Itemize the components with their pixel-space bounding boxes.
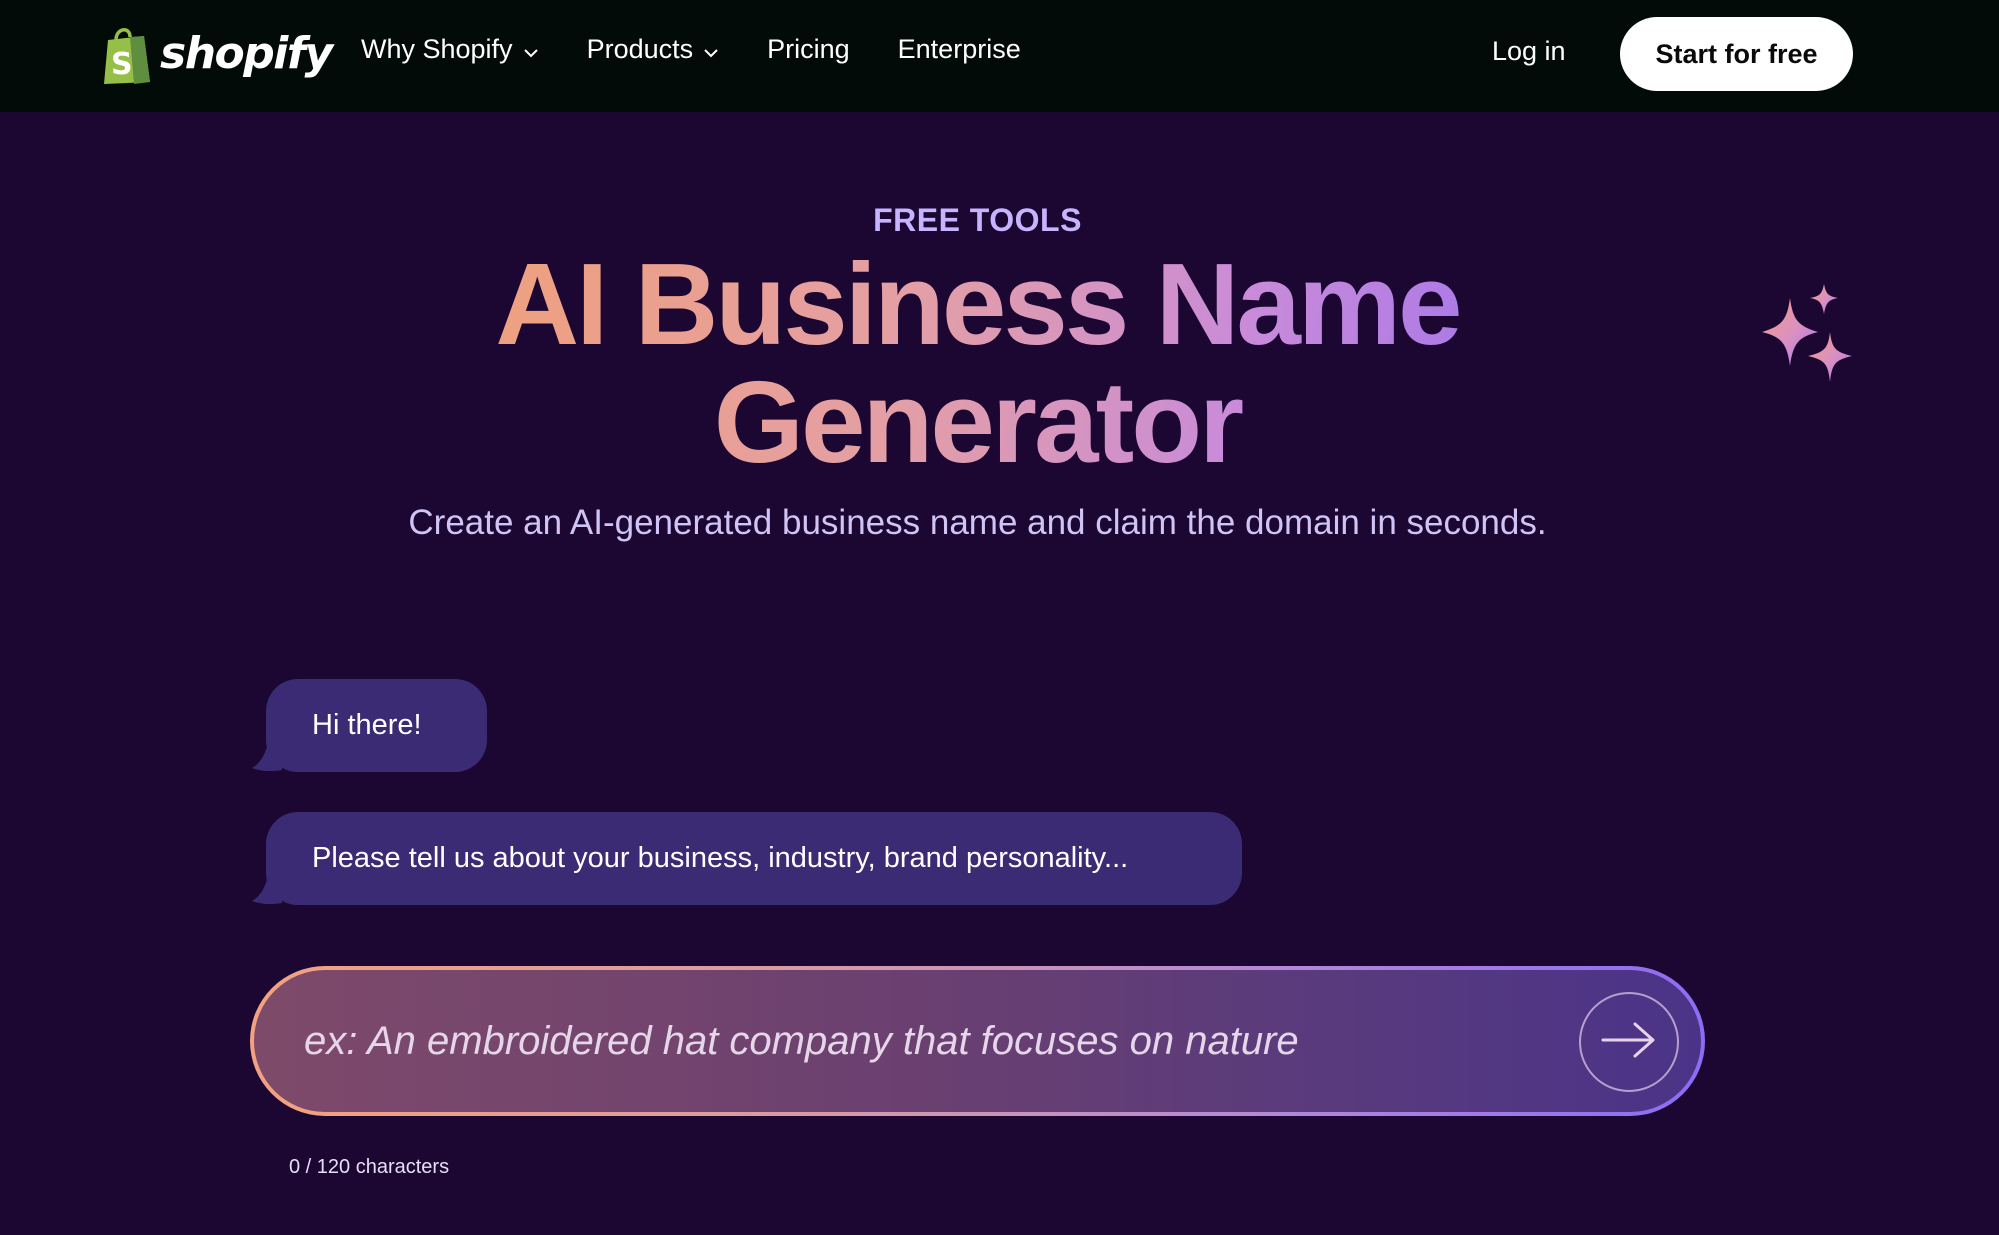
nav-why-shopify-label: Why Shopify <box>361 34 513 64</box>
top-navigation: S shopify Why Shopify Products Pricing E… <box>0 0 1999 112</box>
nav-enterprise[interactable]: Enterprise <box>898 34 1021 65</box>
shopify-wordmark: shopify <box>160 28 333 79</box>
chat-bubble-text: Please tell us about your business, indu… <box>312 842 1129 874</box>
page-subtitle: Create an AI-generated business name and… <box>408 503 1547 542</box>
page-title-line-1: AI Business Name <box>495 239 1460 369</box>
primary-nav: Why Shopify Products Pricing Enterprise <box>361 34 1021 65</box>
nav-why-shopify[interactable]: Why Shopify <box>361 34 539 65</box>
start-free-button[interactable]: Start for free <box>1620 17 1853 91</box>
chat-bubble-instructions: Please tell us about your business, indu… <box>266 812 1242 905</box>
page-title: AI Business Name Generator <box>330 245 1625 481</box>
page-title-line-2: Generator <box>713 357 1242 487</box>
sparkles-icon <box>1760 284 1856 393</box>
shopify-logo[interactable]: S shopify <box>100 22 333 86</box>
nav-enterprise-label: Enterprise <box>897 34 1021 64</box>
chat-bubble-text: Hi there! <box>312 709 422 741</box>
nav-pricing[interactable]: Pricing <box>767 34 850 65</box>
eyebrow-label: FREE TOOLS <box>873 202 1082 238</box>
chat-bubble-greeting: Hi there! <box>266 679 487 772</box>
chevron-down-icon <box>703 34 719 65</box>
business-description-field <box>250 966 1705 1116</box>
nav-pricing-label: Pricing <box>767 34 850 64</box>
arrow-right-icon <box>1599 1020 1659 1065</box>
nav-products-label: Products <box>586 34 694 64</box>
business-description-input[interactable] <box>304 1004 1504 1078</box>
business-description-box <box>254 970 1701 1112</box>
shopping-bag-icon: S <box>100 24 152 84</box>
login-link[interactable]: Log in <box>1492 36 1566 67</box>
nav-products[interactable]: Products <box>587 34 720 65</box>
submit-button[interactable] <box>1579 992 1679 1092</box>
svg-text:S: S <box>111 47 133 82</box>
character-counter: 0 / 120 characters <box>289 1156 450 1178</box>
chevron-down-icon <box>523 34 539 65</box>
